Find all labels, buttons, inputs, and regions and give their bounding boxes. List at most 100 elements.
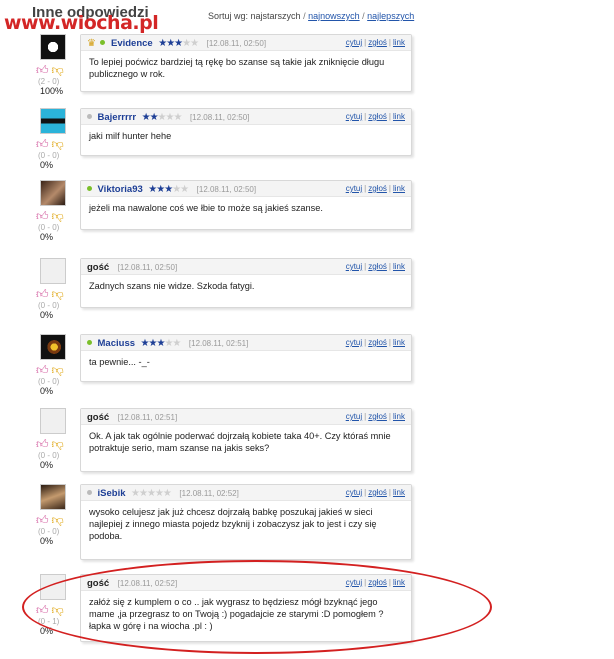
site-watermark: www.wiocha.pl [4,12,159,34]
vote-box: 👍︎ 👎︎ (0 - 0) 0% [34,438,70,470]
report-link[interactable]: zgłoś [368,488,387,497]
quote-link[interactable]: cytuj [346,412,362,421]
avatar[interactable] [40,258,66,284]
sort-best-link[interactable]: najlepszych [367,11,414,21]
action-separator: | [364,184,367,193]
thumb-down-icon[interactable]: 👎︎ [52,210,64,222]
action-separator: | [364,38,367,47]
action-separator: | [388,184,391,193]
avatar[interactable] [40,334,66,360]
vote-box: 👍︎ 👎︎ (0 - 0) 0% [34,288,70,320]
avatar[interactable] [40,180,66,206]
comment-date: [12.08.11, 02:50] [117,263,178,272]
quote-link[interactable]: cytuj [346,338,362,347]
vote-count: (0 - 0) [38,223,60,232]
comment-bubble: Viktoria93 ★★★★★ [12.08.11, 02:50] cytuj… [80,180,412,230]
status-dot-icon [100,40,106,45]
permalink[interactable]: link [393,488,405,497]
comment-date: [12.08.11, 02:51] [117,413,178,422]
thumb-up-icon[interactable]: 👍︎ [36,64,49,76]
permalink[interactable]: link [393,184,405,193]
permalink[interactable]: link [393,262,405,271]
star-icon: ★ [141,112,151,123]
thumb-up-icon[interactable]: 👍︎ [36,288,49,300]
report-link[interactable]: zgłoś [368,112,387,121]
vote-count: (0 - 0) [38,451,60,460]
comment-bubble: gość [12.08.11, 02:51] cytuj | zgłoś | link … [80,408,412,472]
report-link[interactable]: zgłoś [368,412,387,421]
avatar[interactable] [40,108,66,134]
action-separator: | [388,262,391,271]
user-rating: ★★★★★ [141,338,182,349]
vote-count: (2 - 0) [38,77,60,86]
permalink[interactable]: link [393,578,405,587]
comment-username[interactable]: Bajerrrrr [98,112,137,123]
thumb-up-icon[interactable]: 👍︎ [36,364,49,376]
thumb-down-icon[interactable]: 👎︎ [52,64,64,76]
page-header: Inne odpowiedzi www.wiocha.pl Sortuj wg:… [0,0,614,34]
comment-actions: cytuj | zgłoś | link [346,578,405,587]
report-link[interactable]: zgłoś [368,38,387,47]
quote-link[interactable]: cytuj [346,112,362,121]
sort-newest-link[interactable]: najnowszych [308,11,360,21]
comment-text: wysoko celujesz jak już chcesz dojrzałą … [89,507,377,541]
quote-link[interactable]: cytuj [346,262,362,271]
star-icon: ★ [173,112,182,123]
vote-count: (0 - 1) [38,617,60,626]
comment-actions: cytuj | zgłoś | link [346,184,405,193]
status-dot-icon [87,490,92,495]
thumb-down-icon[interactable]: 👎︎ [52,438,64,450]
quote-link[interactable]: cytuj [346,578,362,587]
comment-actions: cytuj | zgłoś | link [346,262,405,271]
action-separator: | [388,338,391,347]
avatar[interactable] [40,484,66,510]
permalink[interactable]: link [393,338,405,347]
comment-username[interactable]: Maciuss [98,338,136,349]
action-separator: | [364,488,367,497]
vote-count: (0 - 0) [38,527,60,536]
avatar[interactable] [40,408,66,434]
status-dot-icon [87,340,92,345]
sort-bar: Sortuj wg: najstarszych / najnowszych / … [208,11,414,21]
permalink[interactable]: link [393,412,405,421]
star-icon: ★ [146,488,156,499]
thumb-down-icon[interactable]: 👎︎ [52,138,64,150]
quote-link[interactable]: cytuj [346,38,362,47]
report-link[interactable]: zgłoś [368,262,387,271]
quote-link[interactable]: cytuj [346,488,362,497]
thumb-down-icon[interactable]: 👎︎ [52,364,64,376]
vote-percent: 0% [40,386,54,396]
report-link[interactable]: zgłoś [368,338,387,347]
thumb-down-icon[interactable]: 👎︎ [52,514,64,526]
thumb-up-icon[interactable]: 👍︎ [36,210,49,222]
comment-text: jaki milf hunter hehe [89,131,172,141]
avatar[interactable] [40,574,66,600]
thumb-down-icon[interactable]: 👎︎ [52,604,64,616]
comment-username[interactable]: iSebik [98,488,126,499]
permalink[interactable]: link [393,112,405,121]
comment-date: [12.08.11, 02:50] [206,39,267,48]
vote-box: 👍︎ 👎︎ (2 - 0) 100% [34,64,70,96]
vote-count: (0 - 0) [38,151,60,160]
report-link[interactable]: zgłoś [368,184,387,193]
star-icon: ★ [139,488,148,499]
action-separator: | [388,112,391,121]
user-rating: ★★★★★ [141,112,183,123]
thumb-up-icon[interactable]: 👍︎ [36,514,49,526]
comment-username[interactable]: Viktoria93 [98,184,143,195]
comment-header: gość [12.08.11, 02:52] cytuj | zgłoś | link [81,575,411,591]
thumb-up-icon[interactable]: 👍︎ [36,438,49,450]
thumb-up-icon[interactable]: 👍︎ [36,138,49,150]
vote-count: (0 - 0) [38,377,60,386]
thumb-up-icon[interactable]: 👍︎ [36,604,49,616]
thumb-down-icon[interactable]: 👎︎ [52,288,64,300]
permalink[interactable]: link [393,38,405,47]
comment-bubble: iSebik ★★★★★ [12.08.11, 02:52] cytuj | zgł… [80,484,412,560]
comment-username[interactable]: Evidence [111,38,153,49]
comment-actions: cytuj | zgłoś | link [346,488,405,497]
avatar[interactable] [40,34,66,60]
user-rating: ★★★★★ [158,38,199,49]
quote-link[interactable]: cytuj [346,184,362,193]
comment-text: Ok. A jak tak ogólnie poderwać dojrzałą … [89,431,391,453]
report-link[interactable]: zgłoś [368,578,387,587]
